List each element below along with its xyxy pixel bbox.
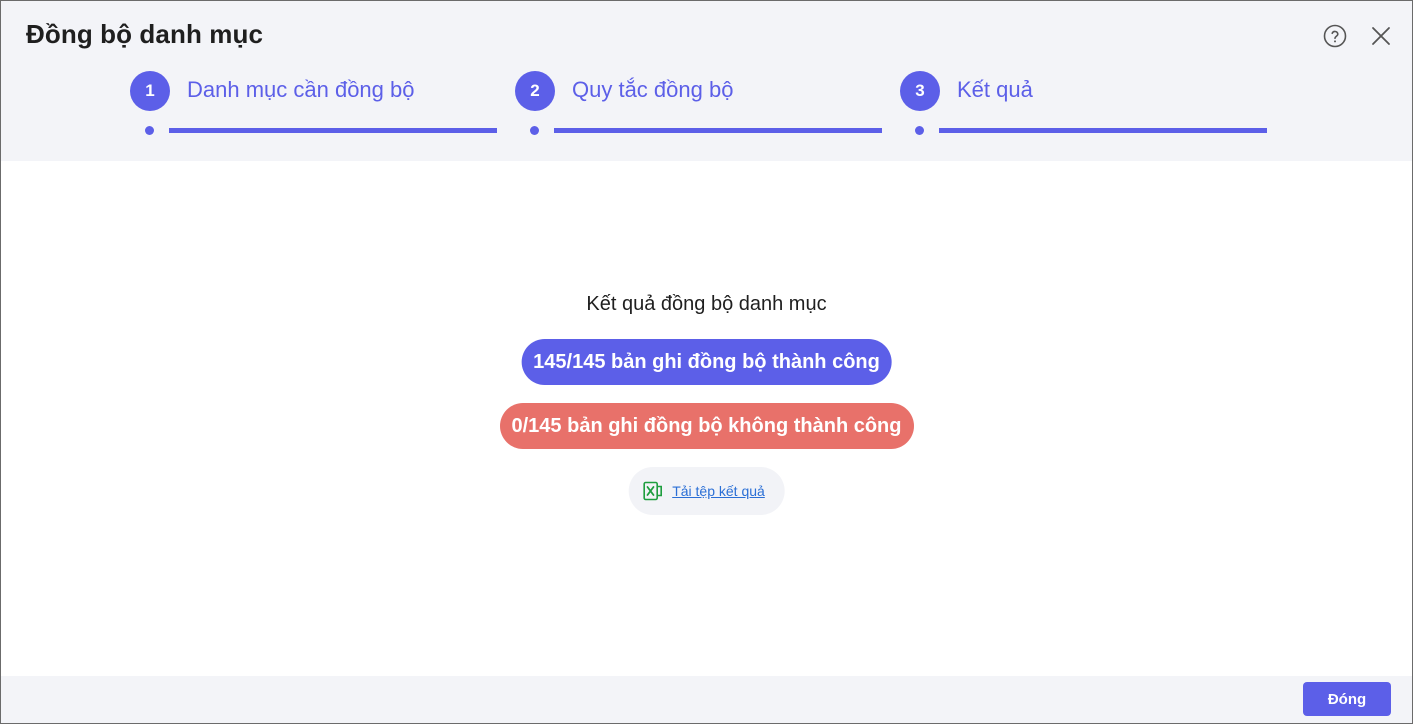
download-result-link[interactable]: Tải tệp kết quả xyxy=(672,483,765,499)
step-number: 3 xyxy=(900,71,940,111)
success-count-badge: 145/145 bản ghi đồng bộ thành công xyxy=(521,339,892,385)
dialog-header: Đồng bộ danh mục 1 Danh mục cần đồng bộ xyxy=(1,1,1412,161)
step-2[interactable]: 2 Quy tắc đồng bộ xyxy=(515,71,885,141)
step-dot xyxy=(915,126,924,135)
step-progress-line xyxy=(169,128,497,133)
step-label: Quy tắc đồng bộ xyxy=(572,77,734,102)
help-icon[interactable] xyxy=(1322,23,1348,49)
dialog-footer: Đóng xyxy=(1,676,1412,723)
result-content: Kết quả đồng bộ danh mục 145/145 bản ghi… xyxy=(1,161,1412,676)
sync-catalog-dialog: Đồng bộ danh mục 1 Danh mục cần đồng bộ xyxy=(0,0,1413,724)
step-dot xyxy=(530,126,539,135)
close-icon[interactable] xyxy=(1368,23,1394,49)
step-label: Kết quả xyxy=(957,77,1033,102)
result-title: Kết quả đồng bộ danh mục xyxy=(586,293,827,315)
close-button[interactable]: Đóng xyxy=(1303,682,1391,716)
step-progress-line xyxy=(939,128,1267,133)
header-actions xyxy=(1322,23,1394,49)
dialog-title: Đồng bộ danh mục xyxy=(26,19,264,49)
step-dot xyxy=(145,126,154,135)
step-1[interactable]: 1 Danh mục cần đồng bộ xyxy=(130,71,500,141)
step-number: 1 xyxy=(130,71,170,111)
step-number: 2 xyxy=(515,71,555,111)
step-3[interactable]: 3 Kết quả xyxy=(900,71,1270,141)
step-progress-line xyxy=(554,128,882,133)
excel-file-icon xyxy=(642,481,662,501)
fail-count-badge: 0/145 bản ghi đồng bộ không thành công xyxy=(499,403,914,449)
step-label: Danh mục cần đồng bộ xyxy=(187,77,415,102)
download-result-button[interactable]: Tải tệp kết quả xyxy=(628,467,785,515)
